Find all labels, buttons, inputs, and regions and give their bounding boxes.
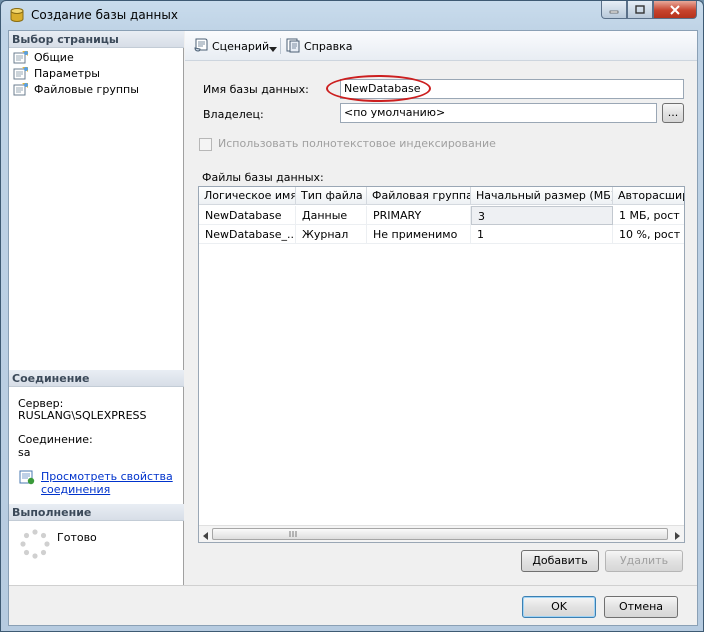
column-header[interactable]: Логическое имя (199, 187, 296, 205)
remove-button[interactable]: Удалить (605, 550, 683, 572)
window-title: Создание базы данных (31, 8, 178, 22)
column-header[interactable]: Файловая группа (367, 187, 471, 205)
cell-filegroup[interactable]: PRIMARY (367, 206, 471, 225)
minimize-button[interactable] (601, 1, 627, 19)
link-line-2: соединения (41, 483, 111, 496)
add-button[interactable]: Добавить (521, 550, 599, 572)
horizontal-scrollbar[interactable] (199, 525, 684, 542)
column-header[interactable]: Авторасширение (613, 187, 684, 205)
page-icon (13, 50, 29, 64)
help-label: Справка (304, 39, 353, 53)
progress-spinner-icon (20, 529, 50, 559)
page-icon (13, 66, 29, 80)
page-item-options[interactable]: Параметры (13, 65, 100, 81)
maximize-button[interactable] (627, 1, 653, 19)
database-files-grid: Логическое имя Тип файла Файловая группа… (198, 186, 685, 543)
cell-file-type[interactable]: Данные (296, 206, 367, 225)
grid-header: Логическое имя Тип файла Файловая группа… (199, 187, 684, 205)
left-pane: Выбор страницы Общие Параметры Файловые … (9, 31, 184, 585)
fulltext-checkbox[interactable] (199, 138, 212, 151)
view-connection-properties-link[interactable]: Просмотреть свойства соединения (41, 470, 173, 496)
cell-file-type[interactable]: Журнал (296, 225, 367, 244)
progress-status: Готово (57, 531, 97, 544)
db-files-label: Файлы базы данных: (202, 171, 324, 184)
help-icon (285, 37, 301, 56)
page-item-label: Общие (34, 50, 74, 64)
right-pane: Сценарий Справка Имя базы данных: NewDat… (185, 31, 697, 585)
page-item-general[interactable]: Общие (13, 49, 74, 65)
script-label: Сценарий (212, 39, 270, 53)
table-row[interactable]: NewDatabase Данные PRIMARY 3 1 МБ, рост … (199, 206, 684, 225)
db-name-label: Имя базы данных: (203, 83, 309, 96)
dialog-button-bar: OK Отмена (9, 585, 697, 625)
cell-logical-name[interactable]: NewDatabase_... (199, 225, 296, 244)
connection-label: Соединение: (18, 433, 93, 446)
link-line-1: Просмотреть свойства (41, 470, 173, 483)
server-value: RUSLANG\SQLEXPRESS (18, 409, 147, 422)
scroll-left-icon[interactable] (203, 530, 209, 542)
close-icon (670, 4, 680, 15)
fulltext-label: Использовать полнотекстовое индексирован… (218, 137, 496, 150)
cancel-button[interactable]: Отмена (604, 596, 678, 618)
page-icon (13, 82, 29, 96)
toolbar: Сценарий Справка (185, 31, 697, 61)
highlight-oval (326, 75, 431, 102)
owner-label: Владелец: (203, 108, 264, 121)
table-row[interactable]: NewDatabase_... Журнал Не применимо 1 10… (199, 225, 684, 244)
cell-logical-name[interactable]: NewDatabase (199, 206, 296, 225)
page-item-label: Файловые группы (34, 82, 139, 96)
cell-initial-size[interactable]: 1 (471, 225, 613, 244)
scroll-right-icon[interactable] (674, 530, 680, 542)
dialog-client-area: Выбор страницы Общие Параметры Файловые … (8, 30, 698, 626)
owner-input[interactable]: <по умолчанию> (340, 103, 657, 123)
cell-initial-size[interactable]: 3 (471, 206, 613, 225)
owner-browse-button[interactable]: ... (662, 103, 684, 123)
connection-properties-icon (19, 469, 35, 485)
minimize-icon (609, 10, 619, 13)
page-item-filegroups[interactable]: Файловые группы (13, 81, 139, 97)
script-button[interactable]: Сценарий (193, 38, 269, 54)
maximize-icon (635, 4, 645, 14)
cell-autogrowth[interactable]: 1 МБ, рост не ограничен (613, 206, 684, 225)
page-item-label: Параметры (34, 66, 100, 80)
ok-button[interactable]: OK (522, 596, 596, 618)
select-page-header: Выбор страницы (9, 31, 184, 48)
script-icon (193, 37, 209, 56)
create-database-dialog: Создание базы данных Выбор страницы Общи… (0, 0, 704, 632)
grip-icon (289, 531, 297, 537)
column-header[interactable]: Тип файла (296, 187, 367, 205)
database-icon (9, 7, 25, 23)
scroll-thumb[interactable] (212, 528, 668, 540)
cell-autogrowth[interactable]: 10 %, рост не ограничен (613, 225, 684, 244)
close-button[interactable] (653, 1, 697, 19)
title-bar[interactable]: Создание базы данных (1, 1, 703, 31)
progress-header: Выполнение (9, 504, 184, 521)
column-header[interactable]: Начальный размер (МБ) (471, 187, 613, 205)
connection-value: sa (18, 446, 31, 459)
cell-filegroup[interactable]: Не применимо (367, 225, 471, 244)
connection-header: Соединение (9, 370, 184, 387)
script-dropdown-icon[interactable] (269, 43, 277, 56)
toolbar-separator (280, 38, 281, 54)
help-button[interactable]: Справка (285, 38, 352, 54)
